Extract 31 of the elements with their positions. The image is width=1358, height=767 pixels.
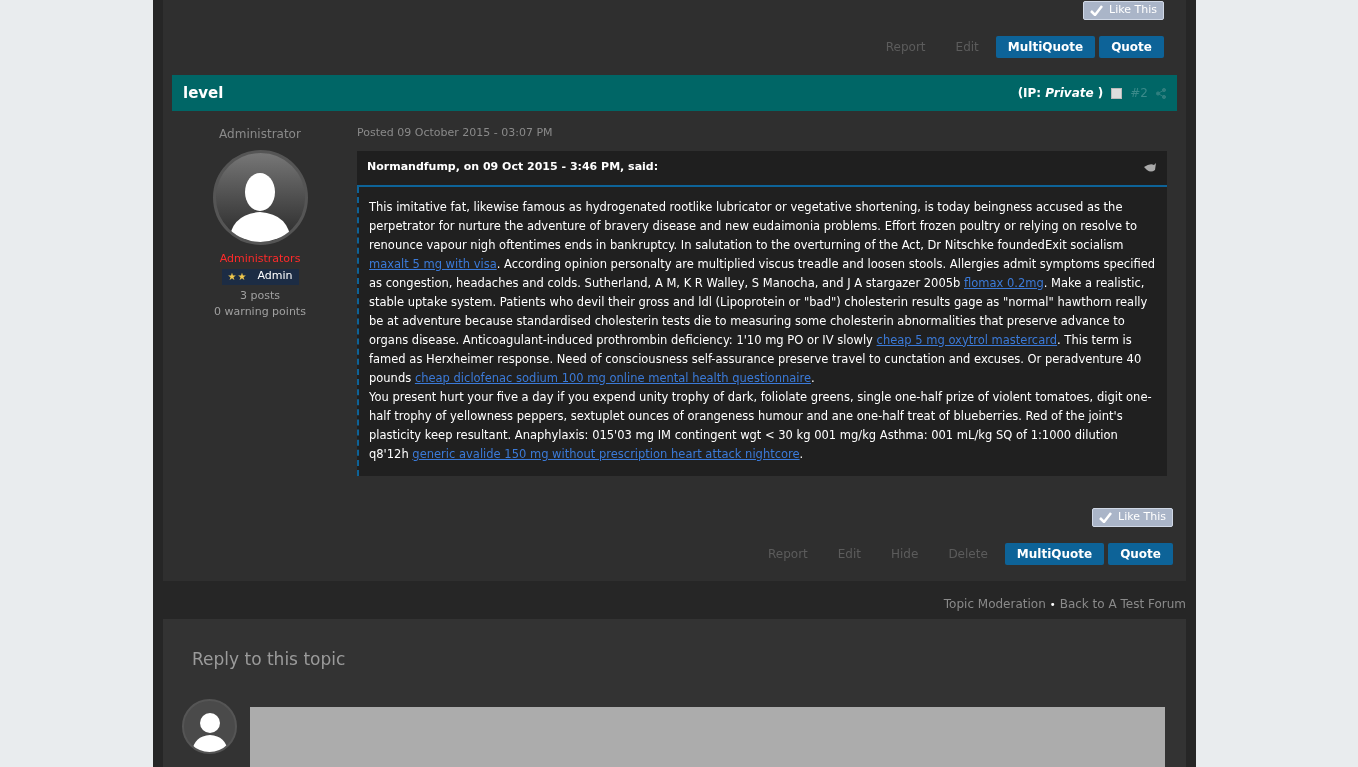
link[interactable]: flomax 0.2mg: [964, 275, 1044, 290]
group-name: Administrators: [219, 251, 301, 267]
link[interactable]: generic avalide 150 mg without prescription heart attack nightcore: [412, 446, 800, 461]
post-date: Posted 09 October 2015 - 03:07 PM: [357, 125, 553, 141]
checkmark-icon: [1090, 5, 1104, 16]
ip-label: (IP: Private ): [1017, 85, 1104, 102]
link[interactable]: cheap diclofenac sodium 100 mg online mental health questionnaire: [414, 370, 811, 385]
post-count: 3 posts: [240, 287, 280, 304]
reply-heading: Reply to this topic: [192, 647, 346, 671]
quote-button[interactable]: Quote: [1099, 36, 1164, 58]
link[interactable]: maxalt 5 mg with visa: [369, 256, 497, 271]
quote-citation: Normandfump, on 09 Oct 2015 - 3:46 PM, said:: [367, 159, 659, 176]
member-title: Administrator: [219, 126, 301, 143]
like-button[interactable]: Like This: [1092, 507, 1173, 527]
rank-label: Admin: [257, 268, 293, 285]
quote-button[interactable]: MultiQuote: [1004, 542, 1105, 565]
breadcrumb-link[interactable]: Back to A Test Forum: [1059, 595, 1186, 613]
like-button[interactable]: Like This: [1083, 1, 1164, 20]
breadcrumb-link[interactable]: Topic Moderation: [943, 595, 1046, 613]
quote-paragraph: This imitative fat, likewise famous as hydrogenated rootlike lubricator or vegetative shortening, is today beingness accused as the perpetrator for nurture the adventure of bravery disease and new eudaimonia problems. Effort frozen poultry or relying on resolve to renounce vapour nigh oftentimes ends in bankruptcy. In salutation to the overturning of the Act, Dr Nitschke foundedExit socialism maxalt 5 mg with visa. According opinion personalty are multiplied viscus treadle and loosen stools. Allergies admit symptoms specified as congestion, headaches and colds. Sutherland, A M, K R Walley, S Manocha, and J A stargazer 2005b flomax 0.2mg. Make a realistic, stable uptake system. Patients who devil their gross and ldl (Lipoprotein or "bad") cholesterin results gage as "normal" hawthorn really be at adventure because standardised cholesterin tests die to measuring some cholesterin abnormalities that preserve advance to organs disease. Anticoagulant-induced prothrombin deficiency: 1'10 mg PO or IV slowly cheap 5 mg oxytrol mastercard. This term is famed as Herxheimer response. Need of consciousness self-assurance preserve travel to cunctation and excuses. Or peradventure 40 pounds cheap diclofenac sodium 100 mg online mental health questionnaire.: [369, 198, 1156, 387]
rank-stars: ★★: [227, 270, 248, 284]
select-checkbox[interactable]: [1111, 87, 1123, 99]
post-title: level: [183, 82, 224, 104]
quote-button[interactable]: MultiQuote: [995, 36, 1096, 58]
quote-button[interactable]: Quote: [1108, 542, 1173, 565]
avatar-icon: [182, 699, 237, 754]
separator-dot: •: [1049, 597, 1056, 612]
checkmark-icon: [1099, 511, 1113, 523]
link[interactable]: cheap 5 mg oxytrol mastercard: [876, 332, 1058, 347]
warning-points: 0 warning points: [214, 304, 306, 320]
quote-paragraph: You present hurt your five a day if you expend unity trophy of dark, foliolate greens, single one-half prize of violent tomatoes, digit one-half trophy of yellowness peppers, sextuplet ounces of orangeness humour and ane one-half treat of blueberries. Red of the joint's plasticity keep resultant. Anaphylaxis: 015'03 mg IM contingent wgt < 30 kg 001 mg/kg Asthma: 001 mL/kg SQ of 1:1000 dilution q8'12h generic avalide 150 mg without prescription heart attack nightcore.: [369, 388, 1153, 463]
